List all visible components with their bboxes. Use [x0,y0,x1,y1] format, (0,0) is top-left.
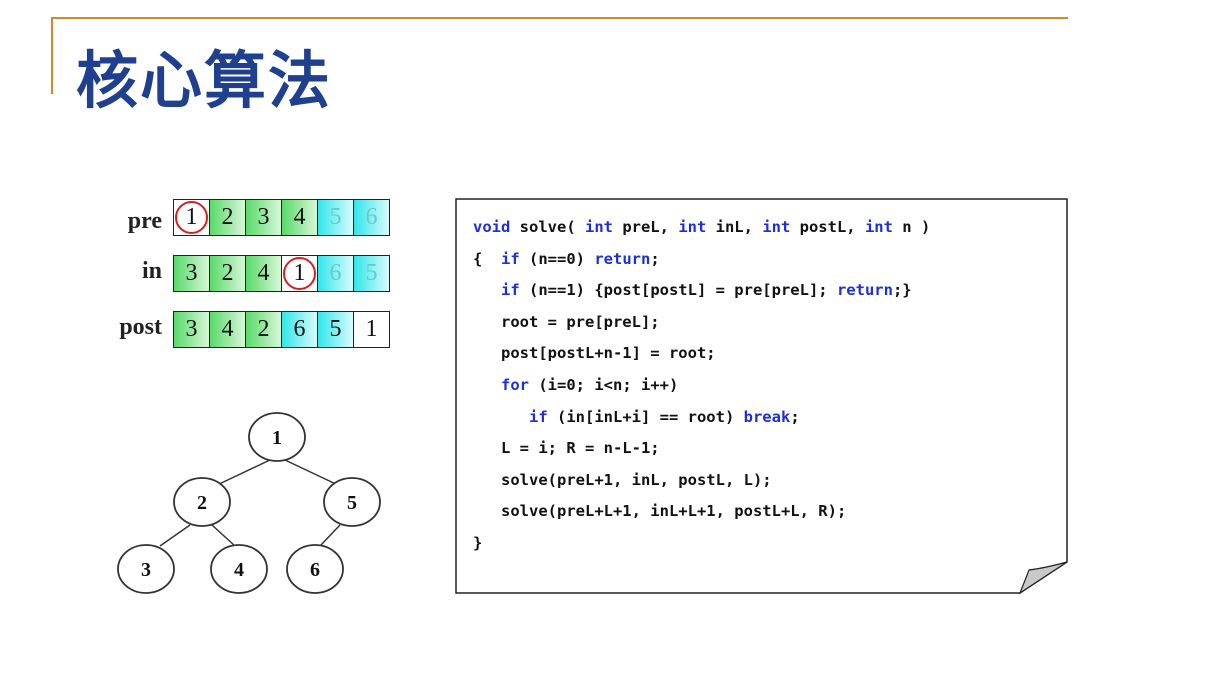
code-token: (n==0) [519,249,595,268]
code-line: if (in[inL+i] == root) break; [473,406,800,428]
code-keyword: return [836,281,893,300]
code-token: postL, [790,218,865,236]
code-token: solve(preL+L+1, inL+L+1, postL+L, R); [473,502,847,521]
in-cell: 6 [317,255,354,292]
code-token: L = i; R = n-L-1; [473,439,660,458]
pre-cell: 2 [209,199,246,236]
tree-node-label: 4 [234,559,244,581]
pre-cell: 5 [317,199,354,236]
pre-cell: 3 [245,199,282,236]
slide-top-rule [52,17,1068,19]
code-token: { [473,249,501,268]
code-token: ; [790,407,800,426]
code-line: if (n==1) {post[postL] = pre[preL]; retu… [473,279,912,301]
tree-edge-1-5 [284,459,341,487]
code-token: (in[inL+i] == root) [547,407,744,426]
in-cell: 2 [209,255,246,292]
code-keyword: int [584,218,613,236]
slide-left-rule [51,17,53,94]
code-keyword: void [473,218,511,236]
code-token: solve(preL+1, inL, postL, L); [473,470,772,489]
code-line: solve(preL+L+1, inL+L+1, postL+L, R); [473,500,846,522]
code-keyword: for [501,376,529,394]
code-token: n ) [892,218,931,236]
pre-cell: 4 [281,199,318,236]
code-line: post[postL+n-1] = root; [473,342,716,364]
code-keyword: if [501,281,520,300]
pre-cell: 1 [173,199,210,236]
in-cell: 3 [173,255,210,292]
in-array: 324165 [173,255,390,292]
tree-node-label: 5 [347,492,357,514]
tree-node-label: 1 [272,427,282,449]
code-token: (n==1) {post[postL] = pre[preL]; [519,281,837,300]
post-cell: 6 [281,311,318,348]
post-array: 342651 [173,311,390,348]
in-cell: 1 [281,255,318,292]
post-cell: 4 [209,311,246,348]
tree-edge-1-2 [214,459,271,487]
code-line: void solve( int preL, int inL, int postL… [473,216,930,238]
code-keyword: int [678,218,707,236]
in-label: in [141,258,162,284]
code-line: solve(preL+1, inL, postL, L); [473,469,772,491]
slide-title: 核心算法 [76,44,333,117]
tree-node-label: 2 [197,492,207,514]
tree-edge-5-6 [319,524,341,547]
code-token: ; [650,249,660,268]
tree-edge-2-3 [159,524,191,547]
pre-label: pre [127,208,162,234]
code-keyword: int [762,218,791,236]
pre-cell: 6 [353,199,390,236]
code-keyword: return [594,249,651,268]
code-keyword: if [529,407,548,426]
tree-node-label: 3 [141,559,151,581]
code-token: root = pre[preL]; [473,312,660,331]
code-line: L = i; R = n-L-1; [473,437,660,459]
code-line: { if (n==0) return; [473,248,660,270]
code-keyword: if [501,249,520,268]
code-token: inL, [706,218,763,236]
code-token: ;} [892,281,912,300]
post-cell: 5 [317,311,354,348]
binary-tree-diagram: 1 2 5 3 4 6 [117,412,381,594]
code-line: root = pre[preL]; [473,311,660,333]
post-label: post [119,314,162,340]
tree-edge-2-4 [211,524,236,547]
post-cell: 3 [173,311,210,348]
pre-array: 123456 [173,199,390,236]
tree-node-label: 6 [310,559,320,581]
code-line: } [473,532,482,554]
code-keyword: int [864,218,893,236]
code-line: for (i=0; i<n; i++) [473,374,678,396]
code-token: solve( [510,218,585,236]
code-token: preL, [612,218,679,236]
code-token: post[postL+n-1] = root; [473,344,716,363]
code-token: } [473,534,483,552]
in-cell: 4 [245,255,282,292]
code-token: (i=0; i<n; i++) [529,376,679,394]
code-keyword: break [743,407,791,426]
in-cell: 5 [353,255,390,292]
post-cell: 1 [353,311,390,348]
post-cell: 2 [245,311,282,348]
